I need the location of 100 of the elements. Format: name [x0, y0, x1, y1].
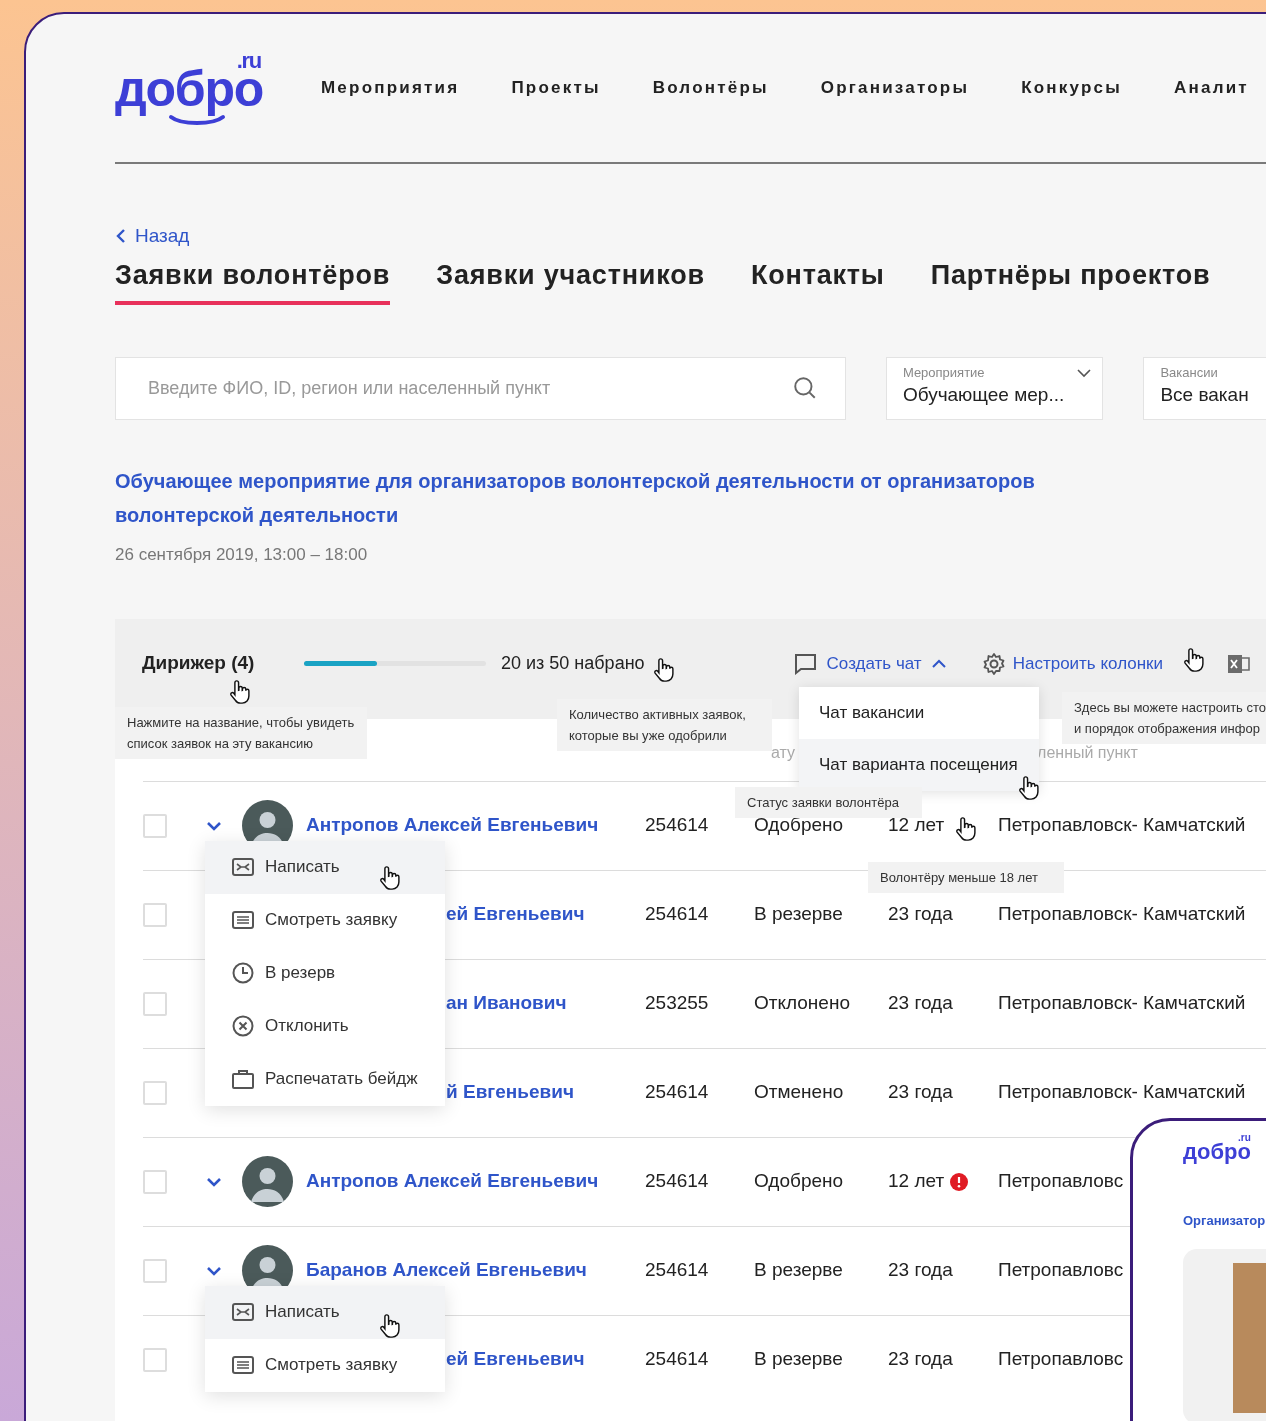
volunteer-age: 23 года — [888, 902, 953, 927]
tab[interactable]: Заявки волонтёров — [115, 254, 391, 305]
checkbox[interactable] — [143, 991, 167, 1016]
menu-item[interactable]: В резерв — [205, 946, 445, 1000]
menu-item[interactable]: Смотреть заявку — [205, 893, 445, 947]
nav-link[interactable]: Мероприятия — [321, 75, 460, 101]
column-header: ату — [771, 742, 796, 763]
menu-item[interactable]: Распечатать бейдж — [205, 1052, 445, 1106]
chat-icon — [792, 652, 817, 675]
document-icon — [231, 908, 255, 932]
hand-cursor-icon — [956, 817, 976, 841]
cancel-icon — [231, 1014, 255, 1038]
dropdown-label: Мероприятие — [902, 365, 985, 381]
volunteer-age: 23 года — [888, 1258, 953, 1283]
volunteer-city: Петропавловс — [998, 1169, 1124, 1194]
column-header: ленный пункт — [1037, 742, 1138, 763]
gear-icon — [981, 651, 1006, 676]
clock-icon — [231, 961, 255, 985]
volunteer-city: Петропавловск- Камчатский — [998, 902, 1246, 927]
recruited-count: 20 из 50 набрано — [501, 652, 645, 675]
chevron-down-icon — [1076, 368, 1093, 378]
back-link[interactable]: Назад — [115, 222, 190, 251]
checkbox[interactable] — [143, 1169, 167, 1194]
event-title[interactable]: Обучающее мероприятие для организаторов волонтерской деятельности от организаторов волонтерской деятельности — [115, 464, 1085, 532]
volunteer-city: Петропавловск- Камчатский — [998, 813, 1246, 838]
volunteer-name-link[interactable]: Антропов Алексей Евгеньевич — [306, 811, 645, 840]
dropdown-value: Все вакан — [1160, 383, 1249, 407]
logo[interactable]: добро.ru — [115, 50, 263, 126]
chevron-up-icon — [931, 658, 946, 669]
document-icon — [231, 1353, 255, 1377]
hand-cursor-icon — [380, 1314, 400, 1338]
volunteer-name-link[interactable]: Баранов Алексей Евгеньевич — [306, 1256, 645, 1285]
dropdown[interactable]: Вакансии Все вакан — [1143, 357, 1266, 420]
application-status: Отменено — [754, 1080, 845, 1105]
checkbox[interactable] — [143, 1258, 167, 1283]
checkbox[interactable] — [143, 1347, 167, 1372]
search-field[interactable]: Введите ФИО, ID, регион или населенный пункт — [115, 357, 846, 420]
tooltip: Статус заявки волонтёра — [735, 787, 922, 818]
menu-item[interactable]: Отклонить — [205, 999, 445, 1053]
application-id: 253255 — [645, 991, 710, 1016]
envelope-icon — [231, 855, 255, 879]
application-status: Одобрено — [754, 1169, 845, 1194]
hand-cursor-icon — [1019, 776, 1039, 800]
vacancy-name[interactable]: Дирижер (4) — [142, 649, 304, 678]
volunteer-city: Петропавловс — [998, 1258, 1124, 1283]
menu-item[interactable]: Чат варианта посещения — [799, 739, 1039, 791]
spreadsheet-icon — [1227, 652, 1252, 675]
volunteer-city: Петропавловс — [998, 1347, 1124, 1372]
avatar-icon — [242, 1156, 293, 1207]
hand-cursor-icon — [654, 658, 674, 682]
nav-link[interactable]: Конкурсы — [1021, 75, 1122, 101]
application-status: В резерве — [754, 1258, 844, 1283]
application-id: 254614 — [645, 1258, 710, 1283]
volunteer-age: 12 лет — [888, 1169, 945, 1194]
dropdown-label: Вакансии — [1160, 365, 1218, 381]
volunteer-age: 23 года — [888, 1080, 953, 1105]
application-status: В резерве — [754, 1347, 844, 1372]
envelope-icon — [231, 1300, 255, 1324]
volunteer-age: 23 года — [888, 991, 953, 1016]
tooltip: Волонтёру меньше 18 лет — [868, 862, 1064, 893]
event-date: 26 сентября 2019, 13:00 – 18:00 — [115, 544, 369, 566]
nav-link[interactable]: Организаторы — [820, 75, 970, 101]
tab[interactable]: Заявки участников — [436, 254, 705, 305]
dropdown-value: Обучающее мер... — [902, 383, 1065, 407]
application-id: 254614 — [645, 1169, 710, 1194]
menu-item[interactable]: Написать — [205, 1285, 445, 1339]
application-status: Отклонено — [754, 991, 851, 1016]
hand-cursor-icon — [380, 866, 400, 890]
create-chat-button[interactable]: Создать чат — [792, 650, 946, 677]
application-id: 254614 — [645, 902, 710, 927]
smile-icon — [167, 114, 227, 126]
logo: добро .ru — [1183, 1133, 1252, 1163]
menu-item[interactable]: Чат вакансии — [799, 687, 1039, 739]
volunteer-city: Петропавловск- Камчатский — [998, 1080, 1246, 1105]
nav-link[interactable]: Волонтёры — [652, 75, 769, 101]
search-icon — [791, 375, 818, 401]
volunteer-city: Петропавловск- Камчатский — [998, 991, 1246, 1016]
menu-item[interactable]: Смотреть заявку — [205, 1338, 445, 1392]
tab[interactable]: Контакты — [750, 254, 885, 305]
chevron-left-icon — [115, 229, 127, 244]
dropdown[interactable]: Мероприятие Обучающее мер... — [885, 357, 1104, 420]
checkbox[interactable] — [143, 1080, 167, 1105]
checkbox[interactable] — [143, 902, 167, 927]
nav-link[interactable]: Проекты — [511, 75, 601, 101]
export-button[interactable] — [1227, 652, 1252, 675]
volunteer-name-link[interactable]: Антропов Алексей Евгеньевич — [306, 1167, 645, 1196]
hand-cursor-icon — [1184, 648, 1204, 672]
tab[interactable]: Партнёры проектов — [930, 254, 1211, 305]
menu-item[interactable]: Написать — [205, 840, 445, 894]
application-id: 254614 — [645, 813, 710, 838]
briefcase-icon — [231, 1067, 255, 1091]
application-id: 254614 — [645, 1347, 710, 1372]
section-heading: Организатор — [1183, 1212, 1266, 1230]
nav-link[interactable]: Аналит — [1174, 75, 1249, 101]
volunteer-age: 23 года — [888, 1347, 953, 1372]
application-status: В резерве — [754, 902, 844, 927]
configure-columns-button[interactable]: Настроить колонки — [981, 650, 1164, 677]
checkbox[interactable] — [143, 813, 167, 838]
application-id: 254614 — [645, 1080, 710, 1105]
hand-cursor-icon — [230, 680, 250, 704]
